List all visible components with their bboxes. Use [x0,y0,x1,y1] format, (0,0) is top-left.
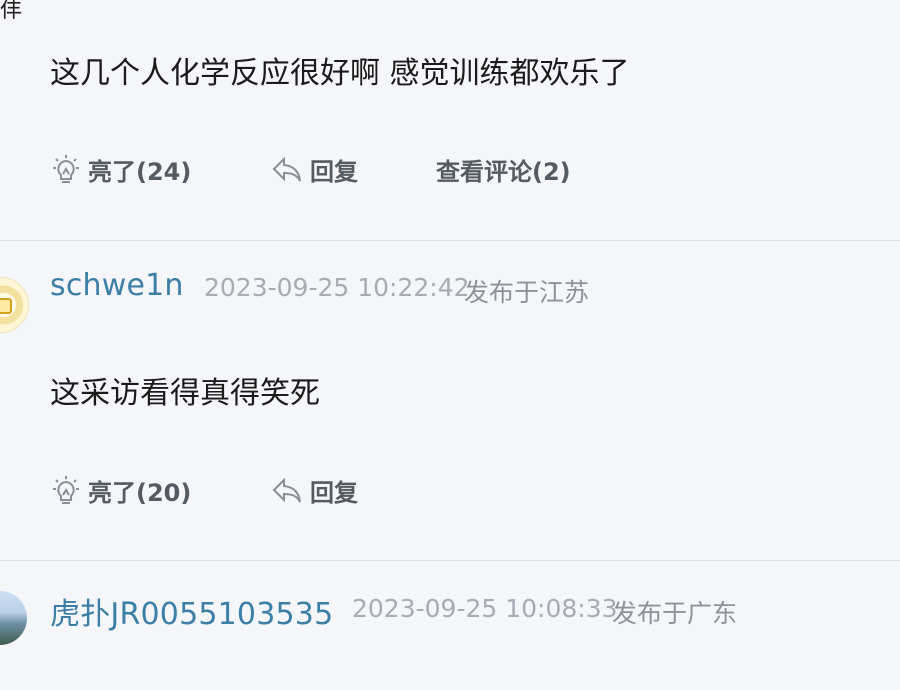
timestamp: 2023-09-25 10:08:33 [352,594,618,623]
comment-text: 这几个人化学反应很好啊 感觉训练都欢乐了 [50,56,630,91]
avatar-badge-icon [0,298,12,314]
comment-item: 这几个人化学反应很好啊 感觉训练都欢乐了 亮了(24) 回复 查看评论(2) [0,0,900,240]
location: 发布于江苏 [464,278,590,307]
view-comments-button[interactable]: 查看评论(2) [436,152,571,187]
light-count: 亮了(24) [88,158,192,186]
lightbulb-icon [52,154,80,186]
avatar[interactable] [0,591,27,645]
timestamp: 2023-09-25 10:22:42 [204,273,470,302]
reply-button[interactable]: 回复 [272,473,358,508]
light-button[interactable]: 亮了(24) [52,152,191,187]
reply-arrow-icon [272,477,302,505]
reply-label: 回复 [310,158,358,186]
comment-text: 这采访看得真得笑死 [50,376,320,411]
username[interactable]: 虎扑JR0055103535 [50,589,333,633]
reply-arrow-icon [272,156,302,184]
light-count: 亮了(20) [88,479,192,507]
comment-item: schwe1n 2023-09-25 10:22:42 发布于江苏 这采访看得真… [0,241,900,559]
reply-label: 回复 [310,479,358,507]
lightbulb-icon [52,475,80,507]
comment-item: 虎扑JR0055103535 2023-09-25 10:08:33 发布于广东 [0,561,900,690]
username[interactable]: schwe1n [50,268,184,303]
avatar[interactable] [0,277,29,333]
light-button[interactable]: 亮了(20) [52,473,191,508]
reply-button[interactable]: 回复 [272,152,358,187]
location: 发布于广东 [612,599,738,628]
view-comments-label: 查看评论(2) [436,158,571,186]
